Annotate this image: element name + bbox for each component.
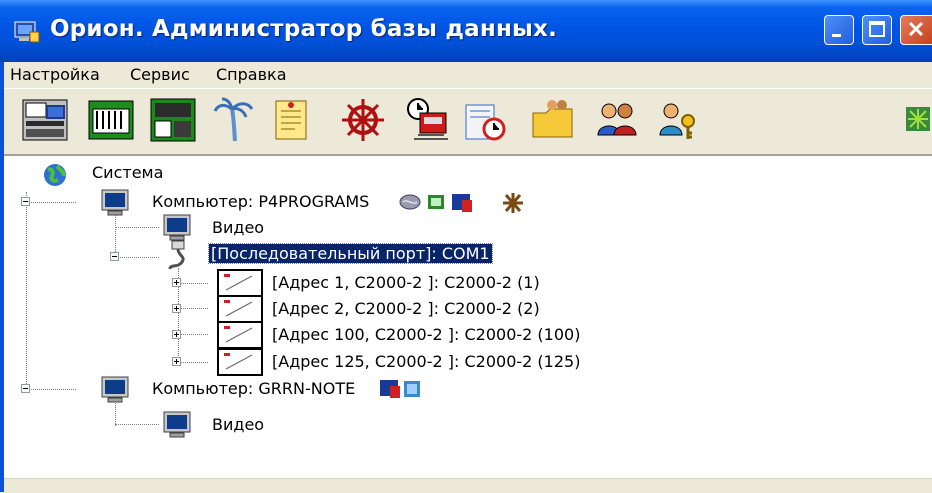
users-icon[interactable]: [594, 97, 640, 143]
computer-icon: [101, 376, 129, 403]
tree-node-device[interactable]: [Адрес 125, С2000-2 ]: С2000-2 (125): [272, 352, 580, 371]
status-bar: [4, 478, 932, 493]
tree-line: [178, 283, 208, 284]
folder-users-icon[interactable]: [530, 97, 576, 143]
computer-services-icons: [399, 193, 523, 213]
tree-node-computer-grrn-note[interactable]: Компьютер: GRRN-NOTE: [152, 379, 355, 398]
application-window: Орион. Администратор базы данных. Настро…: [0, 0, 932, 493]
collapse-toggle[interactable]: [21, 197, 30, 206]
tree-node-device[interactable]: [Адрес 2, С2000-2 ]: С2000-2 (2): [272, 299, 540, 318]
tree-line: [26, 192, 27, 390]
video-icon: [163, 214, 191, 241]
menu-bar: Настройка Сервис Справка: [4, 62, 932, 88]
alarm-clock-icon[interactable]: [462, 97, 508, 143]
tree-line: [115, 257, 159, 258]
network-status-icon[interactable]: [904, 105, 932, 133]
toolbar: [4, 88, 932, 155]
controllers-icon[interactable]: [150, 97, 196, 143]
train-icon[interactable]: [404, 97, 450, 143]
tree-node-video-2[interactable]: Видео: [212, 415, 264, 434]
globe-icon: [44, 164, 66, 186]
device-c2000-icon: [217, 348, 263, 376]
menu-settings[interactable]: Настройка: [10, 65, 100, 84]
tree-line: [26, 202, 76, 203]
expand-toggle[interactable]: [172, 330, 181, 339]
app-icon: [14, 21, 40, 43]
computers-icon[interactable]: [22, 97, 68, 143]
notes-icon[interactable]: [268, 97, 314, 143]
helm-icon[interactable]: [340, 97, 386, 143]
maximize-icon: [869, 21, 885, 37]
computer-services-icons: [380, 380, 420, 398]
expand-toggle[interactable]: [172, 278, 181, 287]
devices-icon[interactable]: [88, 97, 134, 143]
close-button[interactable]: [900, 15, 932, 45]
collapse-toggle[interactable]: [21, 384, 30, 393]
device-c2000-icon: [217, 321, 263, 349]
tree-line: [115, 210, 116, 258]
collapse-toggle[interactable]: [110, 252, 119, 261]
expand-toggle[interactable]: [172, 304, 181, 313]
tree-node-video-1[interactable]: Видео: [212, 218, 264, 237]
minimize-button[interactable]: [824, 15, 854, 45]
video-icon: [163, 411, 191, 438]
computer-icon: [101, 189, 129, 216]
tree-line: [115, 227, 159, 228]
tree-line: [178, 362, 208, 363]
close-icon: [908, 21, 924, 37]
serial-port-icon: [168, 240, 185, 270]
maximize-button[interactable]: [862, 15, 892, 45]
tree-line: [115, 424, 159, 425]
tree-line: [26, 389, 76, 390]
title-bar[interactable]: Орион. Администратор базы данных.: [0, 0, 932, 62]
device-tree[interactable]: Система Компьютер: P4PROGRAMS Видео [Пос…: [4, 154, 932, 480]
tree-line: [178, 334, 208, 335]
window-title: Орион. Администратор базы данных.: [50, 16, 558, 42]
tree-node-device[interactable]: [Адрес 1, С2000-2 ]: С2000-2 (1): [272, 273, 540, 292]
tree-node-system[interactable]: Система: [92, 163, 163, 182]
tree-node-computer-p4programs[interactable]: Компьютер: P4PROGRAMS: [152, 192, 369, 211]
menu-help[interactable]: Справка: [216, 65, 287, 84]
tree-line: [178, 308, 208, 309]
palm-icon[interactable]: [212, 97, 258, 143]
expand-toggle[interactable]: [172, 357, 181, 366]
menu-service[interactable]: Сервис: [130, 65, 190, 84]
tree-node-device[interactable]: [Адрес 100, С2000-2 ]: С2000-2 (100): [272, 325, 580, 344]
minimize-icon: [832, 34, 841, 37]
keys-icon[interactable]: [656, 97, 702, 143]
tree-node-serial-port-selected[interactable]: [Последовательный порт]: COM1: [208, 243, 493, 264]
